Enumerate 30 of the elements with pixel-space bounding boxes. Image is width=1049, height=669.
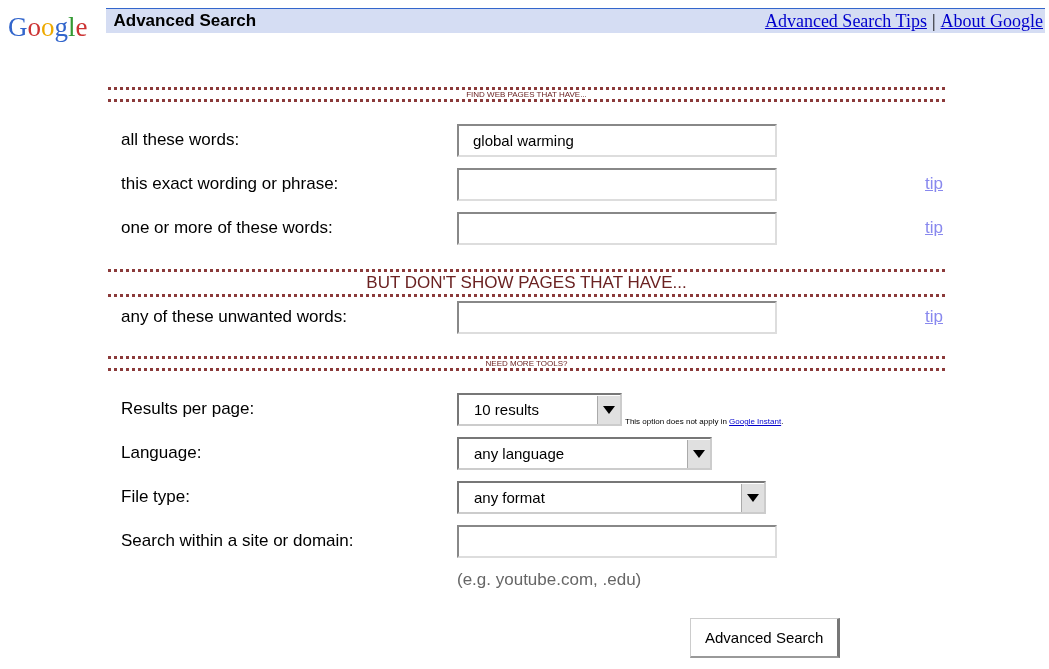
field-label: Results per page:	[120, 398, 256, 420]
field-label: any of these unwanted words:	[120, 306, 348, 328]
header-link[interactable]: Advanced Search Tips	[764, 10, 927, 32]
dropdown[interactable]: any language	[457, 437, 712, 470]
input-field[interactable]	[457, 525, 777, 558]
field-label: Search within a site or domain:	[120, 530, 355, 552]
input-field[interactable]	[457, 301, 777, 334]
page-title: Advanced Search	[113, 11, 257, 31]
field-label: this exact wording or phrase:	[120, 173, 340, 195]
separator: |	[931, 10, 936, 32]
section-heading: FIND WEB PAGES THAT HAVE...	[466, 90, 587, 99]
caret-icon	[747, 493, 759, 502]
field-label: Language:	[120, 442, 203, 464]
input-field[interactable]: global warming	[457, 124, 777, 157]
header-link[interactable]: About Google	[940, 10, 1043, 32]
caret-icon	[603, 405, 615, 414]
example-hint: (e.g. youtube.com, .edu)	[457, 570, 643, 590]
advanced-search-button[interactable]: Advanced Search	[690, 618, 841, 658]
input-field[interactable]	[457, 168, 777, 201]
section-heading: NEED MORE TOOLS?	[485, 359, 568, 368]
section-heading: BUT DON'T SHOW PAGES THAT HAVE...	[366, 273, 687, 292]
input-field[interactable]	[457, 212, 777, 245]
option-note: This option does not apply in Google Instant.	[625, 417, 784, 426]
logo: Google	[8, 12, 88, 42]
field-label: File type:	[120, 486, 191, 508]
field-label: one or more of these words:	[120, 217, 334, 239]
dropdown[interactable]: any format	[457, 481, 766, 514]
caret-icon	[693, 449, 705, 458]
dropdown[interactable]: 10 results	[457, 393, 622, 426]
field-label: all these words:	[120, 129, 241, 151]
